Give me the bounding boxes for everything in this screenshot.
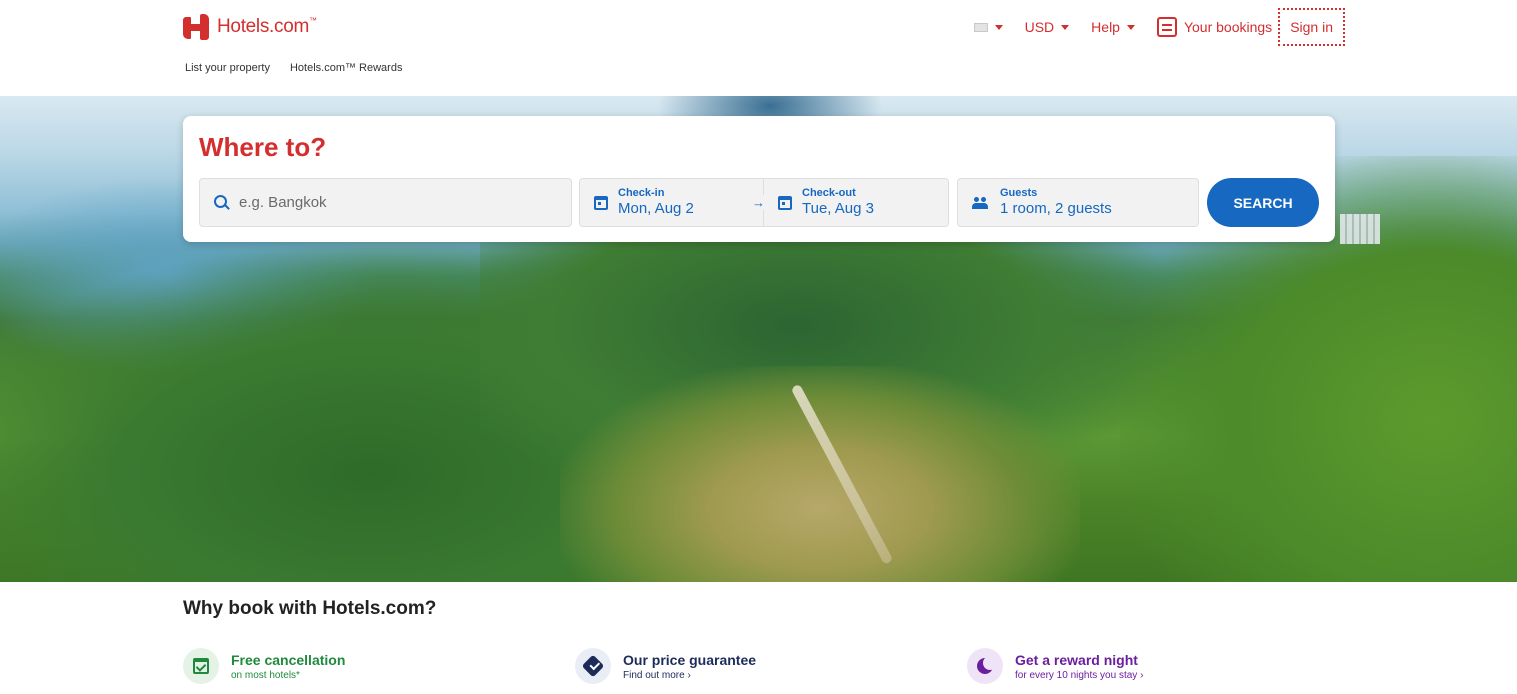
guests-label: Guests [1000,187,1038,199]
verified-badge-icon [581,654,605,678]
bookings-calendar-icon [1156,17,1177,37]
currency-selector[interactable]: USD [1025,19,1070,35]
flag-icon [973,22,988,32]
destination-placeholder: e.g. Bangkok [239,194,327,211]
guests-field[interactable]: Guests 1 room, 2 guests [957,178,1199,227]
guests-value: 1 room, 2 guests [1000,200,1112,217]
help-label: Help [1091,19,1120,35]
top-nav: USD Help Your bookings Sign in [973,8,1345,46]
check-in-value: Mon, Aug 2 [618,200,694,217]
benefit-reward-night[interactable]: Get a reward night for every 10 nights y… [967,648,1143,684]
benefit-title: Our price guarantee [623,651,757,668]
calendar-icon [778,195,792,210]
check-out-label: Check-out [802,187,856,199]
check-in-label: Check-in [618,187,665,199]
benefit-price-guarantee[interactable]: Our price guarantee Find out more › [575,648,756,684]
benefit-title: Get a reward night [1015,651,1138,668]
caret-down-icon [1126,24,1135,30]
find-out-more-link[interactable]: Find out more › [623,669,756,682]
check-out-field[interactable]: → Check-out Tue, Aug 3 [752,179,948,226]
search-heading: Where to? [199,132,327,162]
moon-icon [977,656,997,674]
dates-field: Check-in Mon, Aug 2 → Check-out Tue, Aug… [579,178,949,227]
bookings-label: Your bookings [1183,19,1273,35]
why-book-heading: Why book with Hotels.com? [183,598,437,619]
benefit-icon-wrap [967,648,1003,684]
check-out-value: Tue, Aug 3 [802,200,874,217]
reward-night-link[interactable]: for every 10 nights you stay › [1015,669,1143,682]
secondary-nav: List your property Hotels.com™ Rewards [185,62,402,74]
list-property-link[interactable]: List your property [185,62,270,74]
benefit-icon-wrap [183,648,219,684]
hotels-logo[interactable]: Hotels.com™ [183,14,317,40]
calendar-icon [594,195,608,210]
currency-label: USD [1024,19,1055,35]
sign-in-link[interactable]: Sign in [1278,8,1345,46]
hotels-h-logo-icon [183,14,209,40]
benefit-icon-wrap [575,648,611,684]
check-in-field[interactable]: Check-in Mon, Aug 2 [580,179,764,226]
search-icon [214,195,229,210]
search-card: Where to? e.g. Bangkok Check-in Mon, Aug… [183,116,1335,242]
your-bookings-link[interactable]: Your bookings [1156,17,1273,37]
language-selector[interactable] [973,22,1003,32]
sign-in-label: Sign in [1290,19,1333,35]
rewards-link[interactable]: Hotels.com™ Rewards [290,62,402,74]
site-header: Hotels.com™ List your property Hotels.co… [0,0,1517,96]
destination-field[interactable]: e.g. Bangkok [199,178,572,227]
benefit-subtitle: on most hotels* [231,669,300,681]
search-button[interactable]: SEARCH [1207,178,1319,227]
help-menu[interactable]: Help [1091,19,1135,35]
caret-down-icon [994,24,1003,30]
benefit-title: Free cancellation [231,651,346,668]
arrow-right-icon: → [752,195,765,210]
calendar-check-icon [193,658,209,674]
people-icon [972,196,988,209]
logo-wordmark: Hotels.com™ [217,16,317,37]
benefit-free-cancellation: Free cancellation on most hotels* [183,648,345,684]
caret-down-icon [1061,24,1070,30]
